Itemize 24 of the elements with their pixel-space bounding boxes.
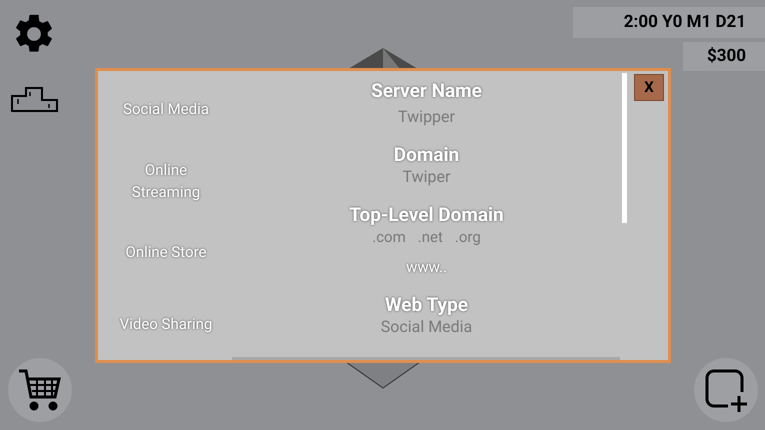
pyramid-drawing xyxy=(348,48,418,69)
cart-icon xyxy=(17,367,63,413)
field-label: Top-Level Domain xyxy=(349,203,504,227)
category-item[interactable]: Video Sharing xyxy=(116,288,216,360)
scrollbar-thumb[interactable] xyxy=(622,73,627,223)
domain-option[interactable]: .net xyxy=(418,227,443,247)
category-item[interactable]: Online Streaming xyxy=(116,144,216,216)
category-item[interactable]: Online Store xyxy=(116,216,216,288)
field-value: Twipper xyxy=(398,107,455,127)
category-item[interactable]: Social Media xyxy=(116,73,216,145)
clock-display: 2:00 Y0 M1 D21 xyxy=(573,7,765,38)
podium-icon[interactable] xyxy=(11,84,58,112)
horizontal-scrollbar[interactable] xyxy=(232,357,620,360)
field-label: Domain xyxy=(394,143,460,167)
domain-option[interactable]: .org xyxy=(454,227,481,247)
field-value: Twiper xyxy=(402,167,450,187)
domain-option[interactable]: .com xyxy=(372,227,406,247)
field-value: Social Media xyxy=(380,317,472,337)
domain-input[interactable]: www.. xyxy=(406,257,447,277)
money-display: $300 xyxy=(683,42,765,71)
down-triangle-icon xyxy=(346,362,420,389)
close-button[interactable]: X xyxy=(634,74,664,101)
field-label: Server Name xyxy=(371,79,482,103)
field-label: Web Type xyxy=(384,293,468,317)
